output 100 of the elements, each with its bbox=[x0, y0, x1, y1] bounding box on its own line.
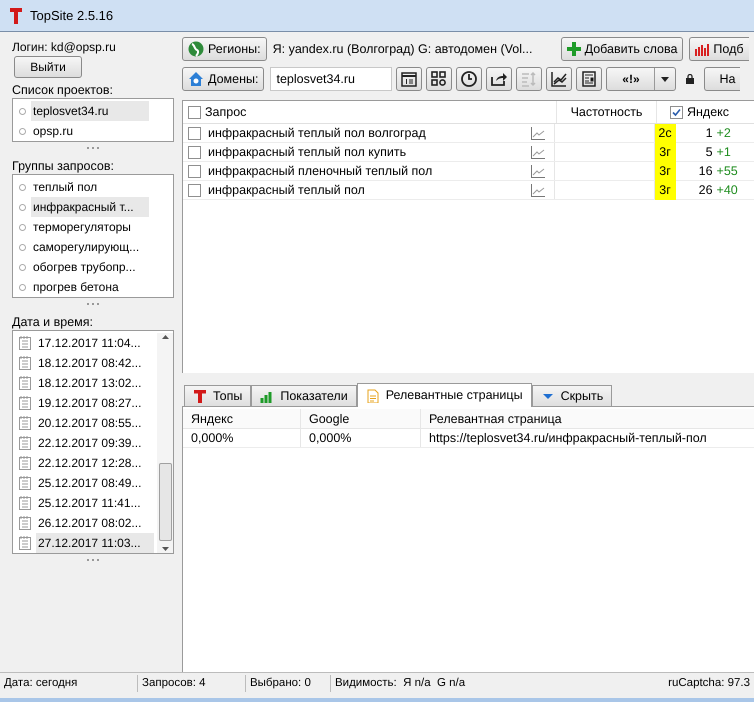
scroll-thumb[interactable] bbox=[158, 463, 172, 541]
toolbar-button[interactable] bbox=[546, 67, 572, 91]
change-value: +55 bbox=[716, 162, 738, 180]
column-header[interactable]: Яндекс bbox=[183, 409, 301, 428]
status-text: Выбрано: 0 bbox=[246, 674, 331, 692]
list-item[interactable]: 25.12.2017 11:41... bbox=[36, 493, 143, 513]
table-cell-text: 5 bbox=[704, 144, 713, 161]
calendar-icon bbox=[400, 70, 418, 88]
list-item[interactable]: терморегуляторы bbox=[31, 217, 133, 237]
tab[interactable]: Топы bbox=[184, 385, 252, 406]
column-header[interactable]: Запрос bbox=[183, 101, 557, 123]
list-item[interactable]: 25.12.2017 08:49... bbox=[36, 473, 144, 493]
list-item[interactable]: teplosvet34.ru bbox=[31, 101, 149, 121]
notepad-icon bbox=[19, 496, 31, 510]
checkbox[interactable] bbox=[188, 146, 201, 158]
document-icon bbox=[366, 388, 380, 402]
status-text: Дата: сегодня bbox=[0, 674, 138, 692]
grid-icon bbox=[430, 70, 448, 88]
badge: 2с bbox=[654, 124, 676, 142]
report-icon bbox=[580, 70, 598, 88]
domains-button[interactable]: Домены: bbox=[182, 67, 264, 91]
bullet-icon bbox=[19, 264, 26, 270]
notepad-icon bbox=[19, 436, 31, 450]
trend-icon bbox=[531, 126, 546, 140]
column-header[interactable]: Релевантная страница bbox=[421, 409, 754, 428]
badge: 3г bbox=[654, 142, 676, 162]
table-cell: 0,000% bbox=[183, 429, 301, 447]
status-text: Видимость: Я n/a G n/a bbox=[334, 676, 466, 691]
status-text: Запросов: 4 bbox=[138, 674, 246, 692]
list-item[interactable]: 18.12.2017 08:42... bbox=[36, 353, 144, 373]
column-header[interactable]: Частотность bbox=[557, 101, 657, 123]
list-item[interactable]: 19.12.2017 08:27... bbox=[36, 393, 144, 413]
plus-icon bbox=[566, 42, 581, 56]
badge: 3г bbox=[654, 162, 676, 180]
splitter-handle bbox=[87, 559, 99, 561]
toolbar-button[interactable] bbox=[396, 67, 422, 91]
list-item[interactable]: 26.12.2017 08:02... bbox=[36, 513, 144, 533]
domain-field[interactable]: teplosvet34.ru bbox=[270, 67, 392, 91]
caret-icon bbox=[661, 76, 670, 82]
trend-icon bbox=[531, 184, 546, 196]
list-item[interactable]: 20.12.2017 08:55... bbox=[36, 413, 144, 433]
list-item[interactable]: 22.12.2017 09:39... bbox=[36, 433, 144, 453]
badge: 3г bbox=[654, 180, 676, 200]
toolbar-button[interactable] bbox=[486, 67, 512, 91]
notepad-icon bbox=[19, 336, 31, 350]
regions-button[interactable]: Регионы: bbox=[182, 37, 267, 61]
change-value: +1 bbox=[716, 144, 731, 161]
tab[interactable]: Показатели bbox=[251, 385, 357, 406]
bar-chart-icon bbox=[260, 389, 274, 403]
list-item[interactable]: инфракрасный т... bbox=[31, 197, 149, 217]
checkbox[interactable] bbox=[188, 106, 201, 118]
column-header[interactable]: Яндекс bbox=[657, 101, 754, 123]
clock-icon bbox=[460, 70, 478, 88]
special-button[interactable]: «!» bbox=[607, 68, 656, 90]
column-header[interactable]: Google bbox=[301, 409, 421, 428]
list-item[interactable]: 18.12.2017 13:02... bbox=[36, 373, 144, 393]
list-item[interactable]: 27.12.2017 11:03... bbox=[36, 533, 154, 553]
bullet-icon bbox=[19, 128, 26, 134]
list-item[interactable]: прогрев бетона bbox=[31, 277, 121, 297]
table-cell-text: инфракрасный теплый пол купить bbox=[208, 144, 408, 161]
table-cell-text: https://teplosvet34.ru/инфракрасный-теплый-пол bbox=[428, 430, 708, 447]
section-label: Группы запросов: bbox=[12, 158, 115, 173]
bullet-icon bbox=[19, 244, 26, 250]
section-label: Дата и время: bbox=[12, 314, 94, 329]
table-cell-text: 26 bbox=[698, 182, 713, 199]
toolbar-button[interactable] bbox=[426, 67, 452, 91]
notepad-icon bbox=[19, 356, 31, 370]
pick-button[interactable]: Подб bbox=[689, 37, 749, 61]
checkbox[interactable] bbox=[670, 106, 683, 118]
change-value: +40 bbox=[716, 182, 738, 199]
toolbar-button[interactable] bbox=[456, 67, 482, 91]
list-item[interactable]: 17.12.2017 11:04... bbox=[36, 333, 143, 353]
list-item[interactable]: opsp.ru bbox=[31, 121, 76, 141]
table-cell-text: инфракрасный пленочный теплый пол bbox=[208, 162, 434, 180]
chart-line-icon bbox=[550, 70, 568, 88]
list-item[interactable]: обогрев трубопр... bbox=[31, 257, 138, 277]
list-item[interactable]: саморегулирующ... bbox=[31, 237, 142, 257]
tab[interactable]: Скрыть bbox=[532, 385, 612, 406]
checkbox[interactable] bbox=[188, 184, 201, 196]
add-words-button[interactable]: Добавить слова bbox=[560, 37, 684, 61]
section-label: Список проектов: bbox=[12, 82, 114, 97]
checkbox[interactable] bbox=[188, 164, 201, 178]
next-button[interactable]: На bbox=[704, 67, 740, 91]
checkbox[interactable] bbox=[188, 126, 201, 140]
table-cell: 0,000% bbox=[301, 429, 421, 447]
sort-icon bbox=[520, 70, 538, 88]
tab[interactable]: Релевантные страницы bbox=[356, 383, 532, 407]
splitter-handle bbox=[87, 147, 99, 149]
scrollbar[interactable] bbox=[157, 333, 173, 553]
globe-icon bbox=[188, 41, 204, 57]
change-value: +2 bbox=[716, 124, 731, 142]
notepad-icon bbox=[19, 376, 31, 390]
lock-icon bbox=[686, 74, 694, 84]
toolbar-button[interactable] bbox=[576, 67, 602, 91]
bullet-icon bbox=[19, 224, 26, 230]
logout-button[interactable]: Выйти bbox=[14, 56, 82, 78]
list-item[interactable]: теплый пол bbox=[31, 177, 100, 197]
list-item[interactable]: 22.12.2017 12:28... bbox=[36, 453, 144, 473]
table-cell-text: инфракрасный теплый пол bbox=[208, 182, 366, 199]
notepad-icon bbox=[19, 516, 31, 530]
